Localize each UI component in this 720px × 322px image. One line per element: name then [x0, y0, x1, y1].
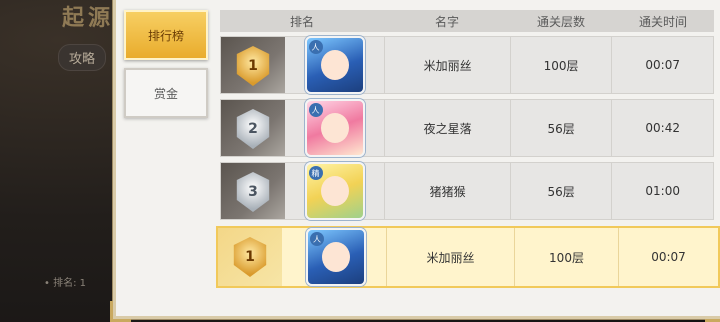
floor-count: 56层: [509, 100, 612, 156]
clear-time: 00:07: [611, 37, 713, 93]
class-badge-icon: 精: [308, 166, 323, 180]
face-icon: [320, 176, 349, 206]
player-name: 米加丽丝: [386, 228, 514, 286]
face-icon: [322, 242, 350, 272]
tab-bounty[interactable]: 赏金: [124, 68, 208, 118]
face-icon: [320, 50, 349, 80]
avatar[interactable]: 精: [304, 162, 365, 220]
header-time: 通关时间: [638, 14, 687, 29]
header-name: 名字: [434, 14, 459, 29]
avatar-cell: 精: [285, 162, 385, 220]
floor-count: 100层: [509, 37, 612, 93]
clear-time: 01:00: [611, 163, 713, 219]
header-floor: 通关层数: [536, 14, 585, 29]
clear-time: 00:07: [618, 228, 718, 286]
background-rank-text: • 排名: 1: [44, 278, 86, 289]
class-badge-icon: 人: [308, 40, 323, 54]
tab-leaderboard[interactable]: 排行榜: [124, 10, 208, 60]
rank-cell: 1: [218, 228, 286, 286]
rank-cell: 1: [221, 37, 285, 93]
self-rank-row[interactable]: 1 人 米加丽丝 100层 00:07: [216, 226, 720, 288]
avatar[interactable]: 人: [304, 36, 365, 94]
table-row[interactable]: 1 人 米加丽丝 100层 00:07: [220, 36, 714, 94]
leaderboard-panel: 排行榜 赏金 排名 名字 通关层数 通关时间 1 人 米加丽丝 100层 00:…: [110, 0, 720, 322]
clear-time: 00:42: [611, 100, 713, 156]
class-badge-icon: 人: [310, 232, 324, 246]
table-row[interactable]: 3 精 猪猪猴 56层 01:00: [220, 162, 714, 220]
rank-cell: 2: [221, 100, 285, 156]
background-title: 起源: [62, 5, 115, 31]
avatar[interactable]: 人: [306, 228, 366, 286]
player-name: 米加丽丝: [384, 37, 509, 93]
player-name: 猪猪猴: [384, 163, 509, 219]
class-badge-icon: 人: [308, 103, 323, 117]
floor-count: 56层: [509, 163, 612, 219]
avatar-cell: 人: [285, 99, 385, 157]
table-header: 排名 名字 通关层数 通关时间: [220, 10, 714, 32]
avatar-cell: 人: [286, 228, 386, 286]
player-name: 夜之星落: [384, 100, 509, 156]
background-strategy-button: 攻略: [58, 44, 107, 71]
avatar[interactable]: 人: [304, 99, 365, 157]
floor-count: 100层: [514, 228, 618, 286]
rank-cell: 3: [221, 163, 285, 219]
face-icon: [320, 113, 349, 143]
avatar-cell: 人: [285, 36, 385, 94]
table-row[interactable]: 2 人 夜之星落 56层 00:42: [220, 99, 714, 157]
header-rank: 排名: [289, 14, 314, 29]
